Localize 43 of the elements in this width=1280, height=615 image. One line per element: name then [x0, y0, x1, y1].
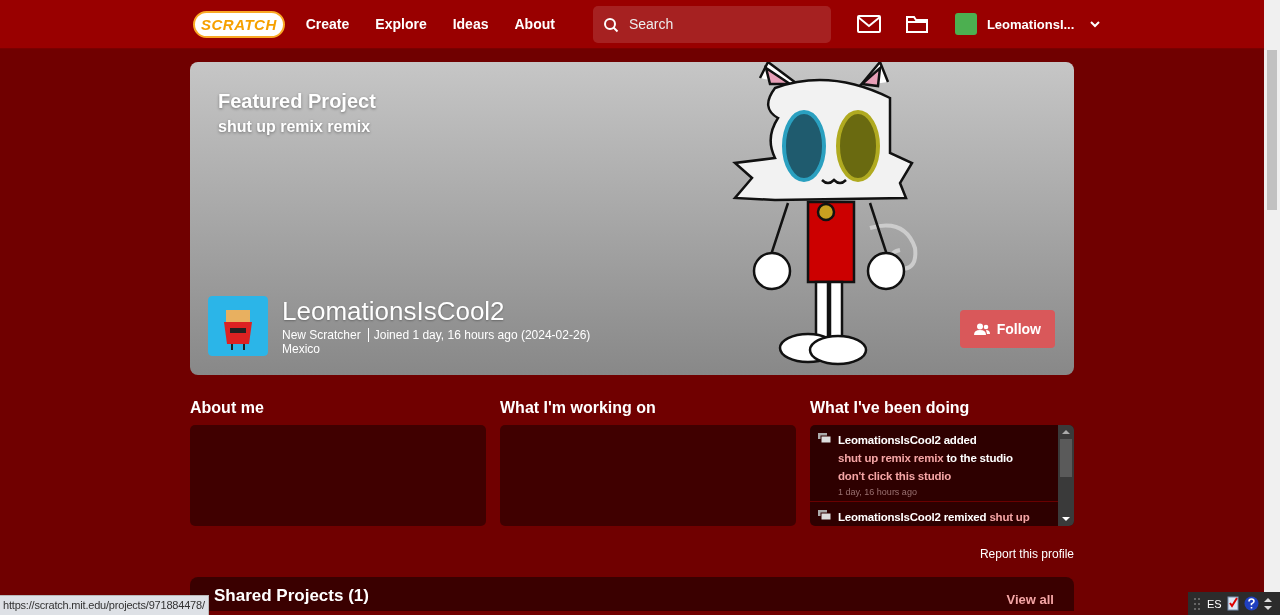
user-location: Mexico	[282, 342, 321, 357]
search-icon	[602, 16, 619, 33]
activity-time: 1 day, 16 hours ago	[838, 487, 918, 498]
join-date: Joined 1 day, 16 hours ago (2024-02-26)	[373, 328, 591, 342]
envelope-icon[interactable]	[856, 15, 881, 33]
follow-button[interactable]: Follow	[959, 310, 1055, 348]
arrows-icon[interactable]	[1263, 596, 1272, 611]
username-link[interactable]: LeomationsIsCool2	[838, 434, 941, 446]
item-link[interactable]: shut up	[989, 511, 1030, 523]
item-link[interactable]: don't click this studio	[838, 470, 952, 482]
report-link[interactable]: Report this profile	[979, 547, 1074, 561]
nav-link[interactable]: Explore	[365, 16, 437, 32]
section-heading: What I've been doing	[810, 399, 971, 417]
nav-link[interactable]: Ideas	[442, 16, 499, 32]
studio-icon	[818, 510, 831, 520]
scroll-up-icon[interactable]	[1062, 429, 1070, 435]
profile-username: LeomationsIsCool2	[282, 296, 506, 326]
studio-icon	[818, 433, 831, 443]
section-heading: Shared Projects (1)	[214, 585, 369, 606]
view-all-link[interactable]: View all	[1006, 581, 1054, 607]
people-icon	[973, 323, 990, 335]
grip-icon[interactable]	[1194, 596, 1202, 611]
avatar-drawing[interactable]	[208, 296, 268, 356]
avatar-icon[interactable]	[954, 13, 977, 35]
item-link[interactable]: shut up remix remix	[838, 452, 944, 464]
caret-icon[interactable]	[1090, 20, 1101, 28]
clipboard-icon[interactable]	[1226, 596, 1239, 611]
status-url: https://scratch.mit.edu/projects/971884478/	[0, 595, 209, 615]
scroll-down-icon[interactable]	[1062, 516, 1070, 522]
scrollbar[interactable]	[1058, 425, 1074, 526]
help-icon[interactable]	[1243, 596, 1259, 611]
activity-text: LeomationsIsCool2 added shut up remix remix to the studio don't click this studio	[838, 434, 1013, 482]
nav-link[interactable]: Create	[295, 16, 360, 32]
folder-icon[interactable]	[904, 14, 929, 34]
language-indicator[interactable]: ES	[1207, 597, 1222, 610]
nav-link[interactable]: About	[504, 16, 565, 32]
username-label[interactable]: LeomationsI...	[986, 16, 1075, 32]
activity-text: LeomationsIsCool2 remixed shut up	[838, 511, 1030, 523]
banner-heading: Featured Project	[218, 90, 377, 113]
username-link[interactable]: LeomationsIsCool2	[838, 511, 941, 523]
section-heading: About me	[190, 399, 265, 417]
section-heading: What I'm working on	[500, 399, 657, 417]
user-role: New Scratcher	[282, 328, 361, 342]
